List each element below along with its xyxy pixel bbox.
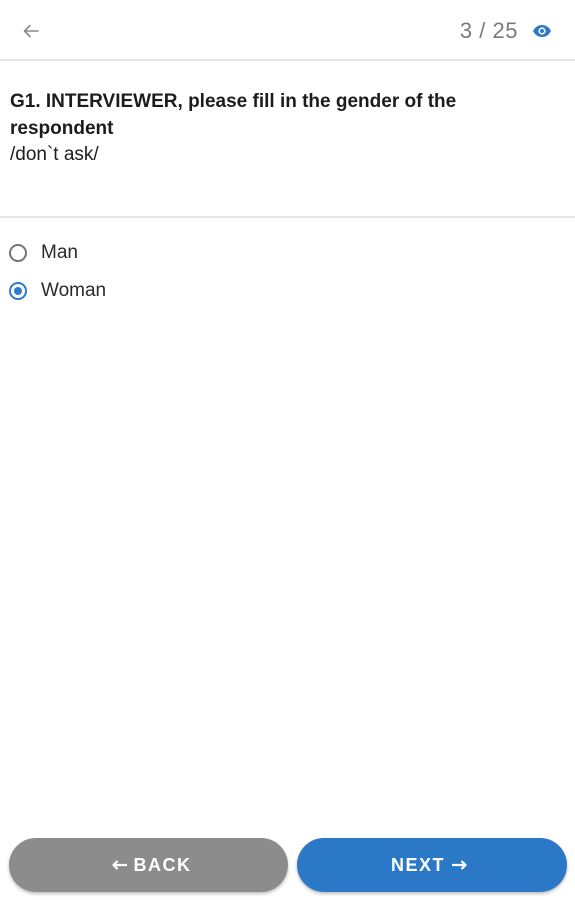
- option-label: Woman: [41, 280, 107, 301]
- progress-current: 3: [459, 18, 473, 43]
- option-label: Man: [41, 242, 78, 263]
- question-title: G1. INTERVIEWER, please fill in the gend…: [10, 91, 457, 139]
- radio-checked-icon[interactable]: [9, 282, 27, 300]
- top-bar: 3 / 25: [0, 0, 575, 61]
- question-note: /don`t ask/: [10, 144, 99, 165]
- question-block: G1. INTERVIEWER, please fill in the gend…: [10, 88, 550, 167]
- arrow-left-icon: [111, 860, 128, 870]
- arrow-right-icon: [451, 860, 467, 870]
- next-button-label: NEXT: [390, 854, 445, 875]
- progress-total: 25: [492, 18, 518, 43]
- option-man[interactable]: Man: [9, 238, 78, 268]
- back-button-label: BACK: [133, 854, 192, 875]
- progress-separator: /: [479, 18, 486, 43]
- radio-unchecked-icon[interactable]: [9, 244, 27, 262]
- back-button[interactable]: BACK: [9, 838, 288, 892]
- option-woman[interactable]: Woman: [9, 276, 106, 306]
- question-divider: [0, 216, 575, 218]
- eye-icon[interactable]: [531, 21, 553, 41]
- back-arrow-icon[interactable]: [20, 20, 42, 42]
- survey-screen: 3 / 25 G1. INTERVIEWER, please fill in t…: [0, 0, 575, 900]
- next-button[interactable]: NEXT: [297, 838, 567, 892]
- progress-indicator: 3 / 25: [460, 18, 518, 44]
